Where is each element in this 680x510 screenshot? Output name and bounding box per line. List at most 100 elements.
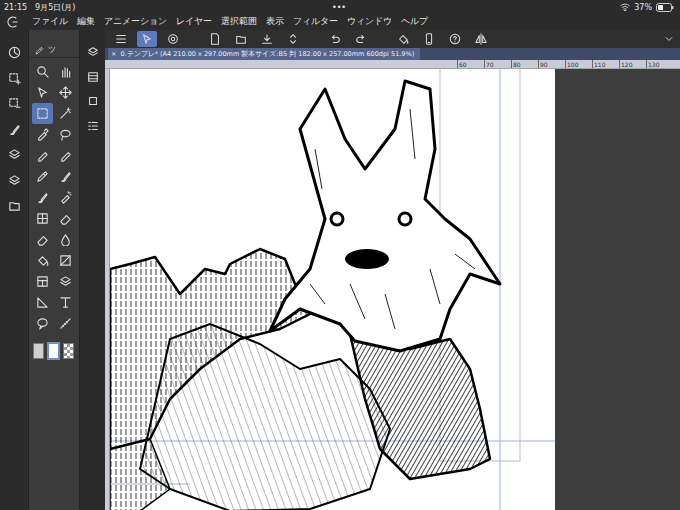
side-button[interactable] — [8, 123, 21, 141]
side-button[interactable] — [8, 97, 21, 115]
frame-icon — [36, 275, 49, 288]
document-tab[interactable]: × 0.テンプレ* (A4 210.00 x 297.00mm 製本サイズ:B5 … — [108, 48, 420, 60]
tool-button[interactable] — [32, 271, 53, 292]
command-button[interactable] — [445, 31, 465, 47]
document-title: 0.テンプレ* (A4 210.00 x 297.00mm 製本サイズ:B5 判… — [120, 48, 414, 60]
top-bar: 21:159月5日(月) ••• 37% ファイル編集アニメーションレイヤー選択… — [0, 0, 680, 30]
color-swatch[interactable] — [47, 342, 60, 360]
ruler-label: 90 — [538, 60, 565, 68]
command-bar — [105, 30, 680, 48]
ruler-label: 120 — [619, 60, 646, 68]
tool-button[interactable] — [55, 271, 76, 292]
tool-button[interactable] — [55, 187, 76, 208]
tool-button[interactable] — [55, 103, 76, 124]
tool-button[interactable] — [32, 250, 53, 271]
tool-button[interactable] — [55, 61, 76, 82]
list-icon — [87, 120, 99, 132]
doc-icon — [209, 33, 221, 45]
ruler-icon — [59, 317, 72, 330]
square-icon — [87, 95, 99, 107]
menu-item[interactable]: 編集 — [77, 13, 95, 30]
command-button[interactable] — [351, 31, 371, 47]
monster-illustration — [110, 69, 555, 510]
command-button[interactable] — [393, 31, 413, 47]
command-button[interactable] — [419, 31, 439, 47]
tool-button[interactable] — [32, 82, 53, 103]
layers-icon — [8, 174, 21, 187]
command-button[interactable] — [111, 31, 131, 47]
ring-icon — [167, 33, 179, 45]
tool-button[interactable] — [55, 229, 76, 250]
tool-button[interactable] — [32, 292, 53, 313]
color-swatch[interactable] — [33, 343, 44, 359]
tool-button[interactable] — [32, 61, 53, 82]
command-button[interactable] — [257, 31, 277, 47]
tool-button[interactable] — [55, 250, 76, 271]
tool-button[interactable] — [32, 124, 53, 145]
command-button[interactable] — [325, 31, 345, 47]
layers-icon — [8, 148, 21, 161]
airbrush-icon — [59, 191, 72, 204]
deco-icon — [36, 212, 49, 225]
side-button[interactable] — [8, 199, 21, 217]
tool-button[interactable] — [55, 124, 76, 145]
side-button[interactable] — [8, 46, 21, 64]
command-button[interactable] — [231, 31, 251, 47]
command-button[interactable] — [205, 31, 225, 47]
tool-button[interactable] — [55, 166, 76, 187]
side-button[interactable] — [8, 72, 21, 90]
tool-button[interactable] — [55, 208, 76, 229]
palette-button[interactable] — [87, 120, 99, 137]
menu-item[interactable]: ファイル — [32, 13, 68, 30]
tool-button[interactable] — [32, 145, 53, 166]
zoom-icon — [36, 65, 49, 78]
ruler: 60708090100110120130 — [105, 60, 680, 69]
close-tab-button[interactable]: × — [111, 48, 116, 60]
logo-icon — [6, 15, 20, 29]
menu-item[interactable]: レイヤー — [176, 13, 212, 30]
palette-button[interactable] — [87, 71, 99, 88]
command-button[interactable] — [471, 31, 491, 47]
menu-item[interactable]: ウィンドウ — [347, 13, 392, 30]
side-button[interactable] — [8, 148, 21, 166]
command-button[interactable] — [283, 31, 303, 47]
canvas-page[interactable] — [110, 69, 555, 510]
folder-icon — [235, 33, 247, 45]
menu-item[interactable]: フィルター — [293, 13, 338, 30]
status-bar: 21:159月5日(月) ••• 37% — [0, 0, 680, 13]
redo-icon — [355, 33, 367, 45]
tool-button[interactable] — [32, 208, 53, 229]
tool-button[interactable] — [32, 313, 53, 334]
command-button[interactable] — [163, 31, 183, 47]
folder-icon — [8, 199, 21, 212]
command-button[interactable] — [137, 31, 157, 47]
help-icon — [449, 33, 461, 45]
palette-button[interactable] — [87, 46, 99, 63]
menu-item[interactable]: アニメーション — [104, 13, 167, 30]
menu-item[interactable]: ヘルプ — [401, 13, 428, 30]
menu-item[interactable]: 選択範囲 — [221, 13, 257, 30]
side-button[interactable] — [8, 174, 21, 192]
menu-item[interactable]: 表示 — [266, 13, 284, 30]
tool-button[interactable] — [55, 313, 76, 334]
tool-button[interactable] — [32, 187, 53, 208]
balloon-icon — [36, 317, 49, 330]
color-swatch[interactable] — [63, 343, 74, 359]
brush-icon — [59, 170, 72, 183]
save-icon — [261, 33, 273, 45]
battery-icon — [656, 2, 674, 13]
canvas-area[interactable] — [105, 69, 680, 510]
tool-button[interactable] — [32, 103, 53, 124]
wifi-icon — [620, 2, 630, 12]
tool-button[interactable] — [32, 166, 53, 187]
chevron-icon — [664, 34, 674, 44]
bucket-icon — [397, 33, 409, 45]
tool-button[interactable] — [55, 292, 76, 313]
tool-button[interactable] — [55, 82, 76, 103]
palette-bar — [80, 30, 105, 510]
tool-button[interactable] — [55, 145, 76, 166]
palette-button[interactable] — [87, 95, 99, 112]
multitask-dots[interactable]: ••• — [332, 3, 346, 12]
tool-button[interactable] — [32, 229, 53, 250]
selminus-icon — [8, 97, 21, 110]
